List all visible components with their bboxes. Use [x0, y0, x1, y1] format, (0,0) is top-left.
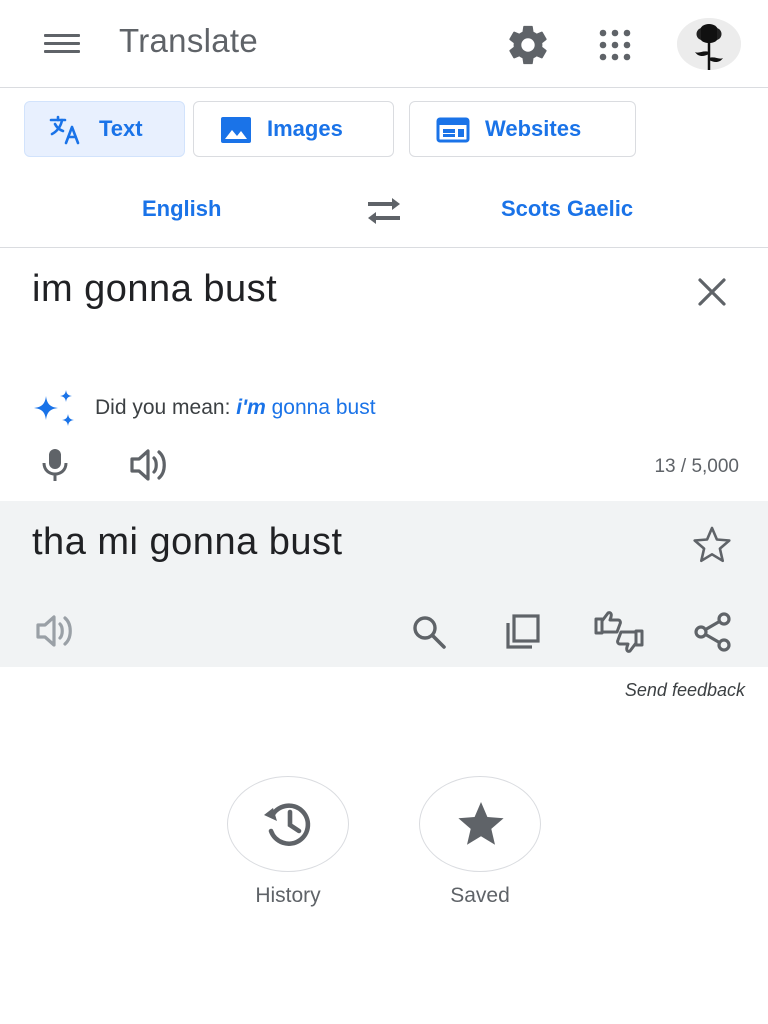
swap-icon[interactable] — [364, 194, 404, 230]
corrected-word: i'm — [236, 396, 266, 419]
history-button[interactable] — [227, 776, 349, 872]
avatar[interactable] — [677, 18, 741, 70]
tab-images[interactable]: Images — [193, 101, 394, 157]
menu-icon[interactable] — [40, 26, 86, 62]
close-icon[interactable] — [692, 272, 732, 312]
translation-speaker-icon[interactable] — [34, 611, 78, 651]
search-icon[interactable] — [408, 611, 450, 653]
apps-grid-icon[interactable] — [592, 22, 638, 68]
source-language-button[interactable]: English — [142, 196, 221, 222]
app-title: Translate — [119, 22, 259, 59]
translation-panel: tha mi gonna bust — [0, 501, 768, 667]
sparkle-icon — [32, 388, 78, 430]
image-icon — [220, 115, 252, 145]
language-bar: English Scots Gaelic — [0, 180, 768, 248]
history-label: History — [255, 884, 321, 907]
tab-images-label: Images — [267, 116, 343, 141]
copy-icon[interactable] — [502, 611, 544, 653]
tab-websites[interactable]: Websites — [409, 101, 636, 157]
star-icon[interactable] — [690, 523, 734, 567]
star-filled-icon — [458, 802, 504, 845]
tab-websites-label: Websites — [485, 116, 582, 141]
history-icon — [264, 803, 311, 846]
target-language-button[interactable]: Scots Gaelic — [501, 196, 633, 222]
web-icon — [436, 115, 470, 145]
translation-text: tha mi gonna bust — [32, 521, 343, 563]
saved-label: Saved — [450, 884, 510, 907]
speaker-icon[interactable] — [128, 446, 172, 484]
did-you-mean-link[interactable]: i'm gonna bust — [236, 396, 375, 419]
rate-translation-icon[interactable] — [592, 609, 646, 655]
send-feedback-link[interactable]: Send feedback — [625, 680, 745, 701]
app-bar: Translate — [0, 0, 768, 88]
tab-text[interactable]: Text — [24, 101, 185, 157]
corrected-rest: gonna bust — [271, 396, 376, 419]
did-you-mean-prefix: Did you mean: — [95, 396, 231, 419]
did-you-mean-suggestion: Did you mean: i'm gonna bust — [95, 396, 376, 420]
translate-icon — [49, 115, 81, 145]
share-icon[interactable] — [692, 611, 734, 653]
microphone-icon[interactable] — [36, 446, 74, 484]
character-counter: 13 / 5,000 — [654, 456, 739, 477]
tab-text-label: Text — [99, 116, 143, 141]
settings-icon[interactable] — [505, 22, 551, 68]
saved-button[interactable] — [419, 776, 541, 872]
source-text-input[interactable]: im gonna bust — [32, 268, 277, 311]
